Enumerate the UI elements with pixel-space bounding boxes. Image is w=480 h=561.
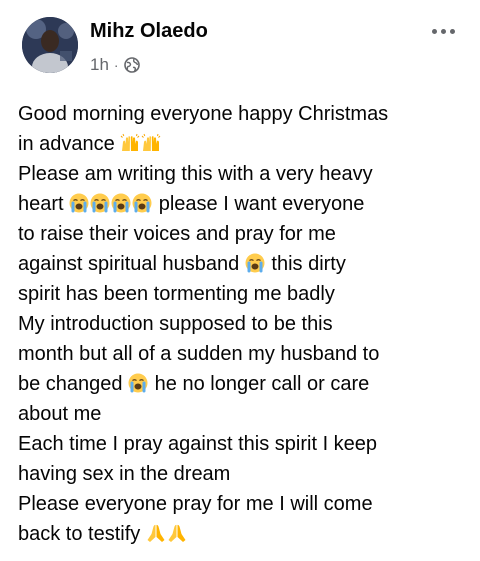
post-text-segment: having sex in the dream bbox=[18, 463, 231, 485]
post-text-segment: My introduction supposed to be this bbox=[18, 313, 333, 335]
post-line: Please everyone pray for me I will come bbox=[18, 489, 473, 519]
post-text-segment: heart bbox=[18, 193, 64, 215]
post-line: Please am writing this with a very heavy bbox=[18, 159, 473, 189]
post-text-segment: this dirty bbox=[271, 253, 346, 275]
meta-separator: · bbox=[113, 57, 119, 73]
loudly-crying-face-emoji bbox=[111, 193, 131, 213]
post-timestamp[interactable]: 1h bbox=[90, 55, 109, 75]
post-text-segment: against spiritual husband bbox=[18, 253, 240, 275]
post-text: Good morning everyone happy Christmas in… bbox=[18, 99, 473, 549]
post-text-segment: back to testify bbox=[18, 523, 141, 545]
loudly-crying-face-emoji bbox=[132, 193, 152, 213]
post-line: month but all of a sudden my husband to bbox=[18, 339, 473, 369]
post-line: against spiritual husband this dirty bbox=[18, 249, 473, 279]
folded-hands-emoji bbox=[146, 523, 166, 543]
author-name[interactable]: Mihz Olaedo bbox=[90, 20, 208, 43]
more-options-icon-dot bbox=[431, 28, 437, 34]
loudly-crying-face-emoji bbox=[245, 253, 265, 273]
post-text-segment: Please am writing this with a very heavy bbox=[18, 163, 373, 185]
post-line: Good morning everyone happy Christmas bbox=[18, 99, 473, 129]
post-text-segment: he no longer call or care bbox=[149, 373, 370, 395]
post-line: about me bbox=[18, 399, 473, 429]
post-text-segment: month but all of a sudden my husband to bbox=[18, 343, 380, 365]
folded-hands-emoji bbox=[167, 523, 187, 543]
post-line: back to testify bbox=[18, 519, 473, 549]
raising-hands-emoji bbox=[141, 133, 161, 153]
post-line: be changed he no longer call or care bbox=[18, 369, 473, 399]
post-line: heart please I want everyone bbox=[18, 189, 473, 219]
post-text-segment: Please everyone pray for me I will come bbox=[18, 493, 373, 515]
avatar-photo bbox=[22, 17, 78, 73]
post-text-segment: about me bbox=[18, 403, 102, 425]
post-line: having sex in the dream bbox=[18, 459, 473, 489]
post-header: Mihz Olaedo 1h · bbox=[0, 0, 480, 90]
post-line: in advance bbox=[18, 129, 473, 159]
more-options-icon-dot bbox=[440, 28, 446, 34]
more-options-icon-dot bbox=[449, 28, 455, 34]
loudly-crying-face-emoji bbox=[90, 193, 110, 213]
post-text-segment: Each time I pray against this spirit I k… bbox=[18, 433, 378, 455]
post-meta: 1h · bbox=[90, 54, 140, 76]
post-text-segment: be changed bbox=[18, 373, 123, 395]
post-line: Each time I pray against this spirit I k… bbox=[18, 429, 473, 459]
avatar[interactable] bbox=[22, 17, 78, 73]
raising-hands-emoji bbox=[120, 133, 140, 153]
post-text-segment: Good morning everyone happy Christmas bbox=[18, 103, 389, 125]
post-text-segment: to raise their voices and pray for me bbox=[18, 223, 336, 245]
post-text-segment: in advance bbox=[18, 133, 115, 155]
loudly-crying-face-emoji bbox=[128, 373, 148, 393]
post-text-segment: please I want everyone bbox=[158, 193, 365, 215]
more-options-button[interactable] bbox=[426, 20, 460, 42]
globe-icon bbox=[123, 57, 140, 73]
post-line: to raise their voices and pray for me bbox=[18, 219, 473, 249]
post-line: spirit has been tormenting me badly bbox=[18, 279, 473, 309]
post-text-segment: spirit has been tormenting me badly bbox=[18, 283, 335, 305]
post-line: My introduction supposed to be this bbox=[18, 309, 473, 339]
loudly-crying-face-emoji bbox=[69, 193, 89, 213]
